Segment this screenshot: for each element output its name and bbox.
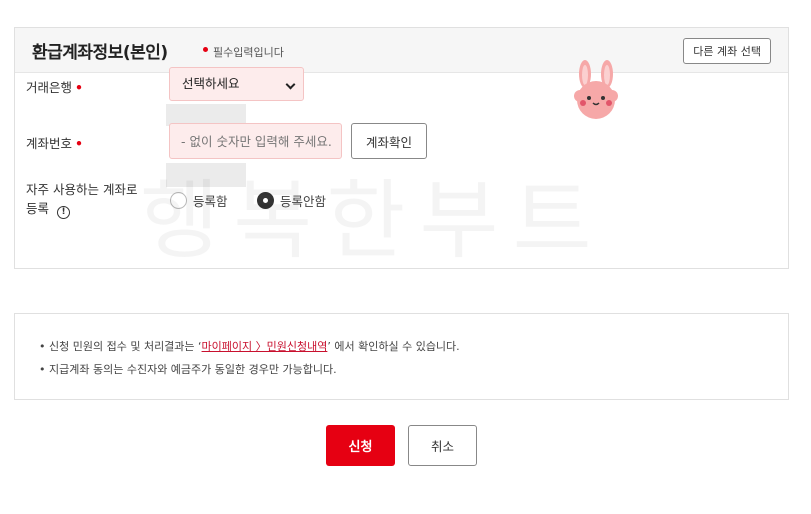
panel-header: 환급계좌정보(본인) 필수입력입니다 다른 계좌 선택	[15, 28, 788, 73]
radio-register-label: 등록함	[193, 194, 228, 209]
select-other-account-button[interactable]: 다른 계좌 선택	[683, 38, 771, 64]
info-circle-icon[interactable]: !	[57, 206, 71, 219]
account-number-input[interactable]	[169, 123, 342, 159]
bank-select[interactable]: 선택하세요	[169, 67, 304, 101]
radio-not-register-label: 등록안함	[280, 194, 327, 209]
bunny-sticker-icon	[574, 60, 618, 119]
notice-box: • 신청 민원의 접수 및 처리결과는 ‘마이페이지 〉민원신청내역’ 에서 확…	[14, 313, 789, 400]
bank-label-text: 거래은행	[26, 80, 73, 95]
chevron-down-icon	[285, 79, 296, 90]
my-page-request-link[interactable]: 마이페이지 〉민원신청내역	[202, 340, 328, 353]
required-note: 필수입력입니다	[213, 46, 284, 59]
notice-line-1: • 신청 민원의 접수 및 처리결과는 ‘마이페이지 〉민원신청내역’ 에서 확…	[39, 338, 460, 354]
notice-line-2-text: 지급계좌 동의는 수진자와 예금주가 동일한 경우만 가능합니다.	[49, 363, 337, 376]
notice-line-1-prefix: 신청 민원의 접수 및 처리결과는 ‘	[49, 340, 202, 353]
frequent-label-line1: 자주 사용하는 계좌로	[26, 182, 138, 197]
account-check-button[interactable]: 계좌확인	[351, 123, 427, 159]
radio-circle-selected-icon[interactable]	[257, 192, 274, 209]
masked-block	[166, 163, 246, 187]
radio-register[interactable]: 등록함	[170, 191, 228, 210]
notice-line-2: • 지급계좌 동의는 수진자와 예금주가 동일한 경우만 가능합니다.	[39, 361, 337, 377]
account-label-text: 계좌번호	[26, 136, 73, 151]
apply-button[interactable]: 신청	[326, 425, 395, 466]
radio-circle-icon[interactable]	[170, 192, 187, 209]
bank-select-value: 선택하세요	[182, 76, 240, 91]
cancel-button[interactable]: 취소	[408, 425, 477, 466]
frequent-account-label: 자주 사용하는 계좌로 등록!	[26, 180, 166, 219]
bullet: •	[39, 363, 46, 376]
required-dot	[203, 47, 208, 52]
radio-not-register[interactable]: 등록안함	[257, 191, 326, 210]
notice-line-1-suffix: ’ 에서 확인하실 수 있습니다.	[327, 340, 460, 353]
account-label: 계좌번호 •	[26, 133, 83, 152]
section-title: 환급계좌정보(본인)	[32, 43, 168, 63]
bullet: •	[39, 340, 46, 353]
required-mark: •	[75, 136, 84, 151]
required-mark: •	[75, 80, 84, 95]
bank-label: 거래은행 •	[26, 77, 83, 96]
frequent-label-line2: 등록	[26, 201, 50, 216]
